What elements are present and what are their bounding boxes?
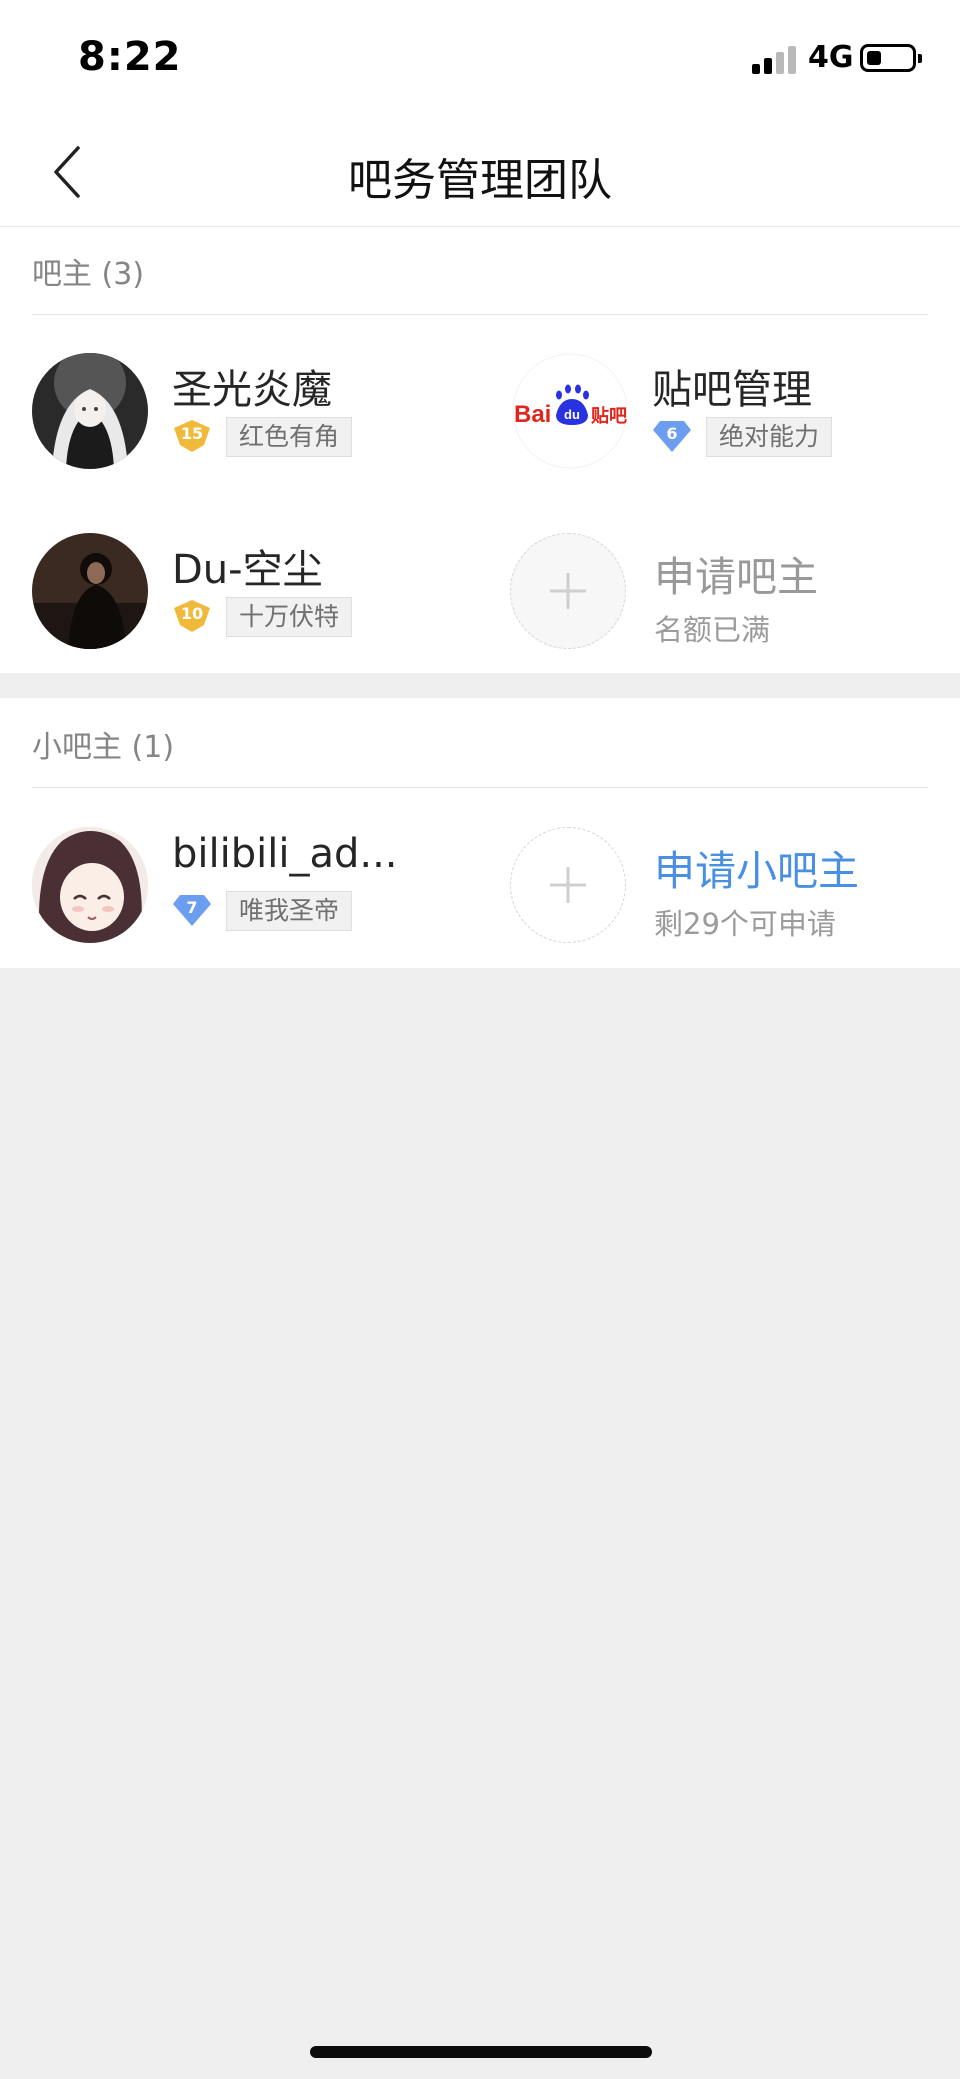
apply-assistant-label: 申请小吧主 xyxy=(654,847,859,895)
apply-owner-status: 名额已满 xyxy=(654,613,771,647)
apply-owner-circle xyxy=(510,533,626,649)
divider xyxy=(32,314,928,315)
svg-text:贴吧: 贴吧 xyxy=(591,405,627,427)
owner-member-card[interactable]: 圣光炎魔 15 红色有角 xyxy=(32,353,482,473)
blue-diamond-icon: 7 xyxy=(172,893,212,927)
gold-shield-icon: 15 xyxy=(172,419,212,453)
member-name: bilibili_ad... xyxy=(172,831,398,877)
title-tag: 唯我圣帝 xyxy=(226,891,353,931)
apply-owner-label: 申请吧主 xyxy=(654,553,818,601)
blue-diamond-icon: 6 xyxy=(652,419,692,453)
member-name: 圣光炎魔 xyxy=(172,367,332,413)
plus-icon xyxy=(550,867,586,903)
assistant-member-card[interactable]: bilibili_ad... 7 唯我圣帝 xyxy=(32,827,482,947)
member-name: 贴吧管理 xyxy=(652,367,812,413)
owner-member-card[interactable]: Bai du 贴吧 贴吧管理 6 绝对能力 xyxy=(512,353,960,473)
owner-member-card[interactable]: Du-空尘 10 十万伏特 xyxy=(32,533,482,653)
status-time: 8:22 xyxy=(78,34,182,80)
signal-strength-icon xyxy=(752,44,798,74)
apply-owner-button[interactable]: 申请吧主 名额已满 xyxy=(510,533,960,653)
gold-shield-icon: 10 xyxy=(172,599,212,633)
status-bar: 8:22 4G xyxy=(0,0,960,110)
level-number: 10 xyxy=(180,604,204,623)
avatar xyxy=(32,353,148,469)
nav-bar: 吧务管理团队 xyxy=(0,110,960,227)
assistants-section-title: 小吧主 (1) xyxy=(32,730,175,765)
title-tag: 十万伏特 xyxy=(226,597,353,637)
assistants-section: 小吧主 (1) bilibili_ad... 7 唯我圣帝 申请小吧主 剩29个… xyxy=(0,698,960,968)
owners-section-title: 吧主 (3) xyxy=(32,257,145,292)
svg-text:du: du xyxy=(564,407,580,422)
title-tag: 红色有角 xyxy=(226,417,353,457)
svg-text:Bai: Bai xyxy=(514,401,551,428)
divider xyxy=(32,787,928,788)
battery-icon xyxy=(860,44,922,72)
network-type: 4G xyxy=(808,40,854,75)
avatar xyxy=(32,827,148,943)
home-indicator[interactable] xyxy=(310,2046,652,2058)
level-number: 15 xyxy=(180,424,204,443)
baidu-tieba-logo: Bai du 贴吧 xyxy=(512,353,628,469)
page-title: 吧务管理团队 xyxy=(348,155,612,206)
avatar xyxy=(32,533,148,649)
level-number: 7 xyxy=(186,898,198,917)
apply-assistant-status: 剩29个可申请 xyxy=(654,907,836,941)
title-tag: 绝对能力 xyxy=(706,417,833,457)
owners-section: 吧主 (3) 圣光炎魔 15 红色有角 Bai du 贴吧 贴吧管理 6 绝对能… xyxy=(0,227,960,673)
apply-assistant-button[interactable]: 申请小吧主 剩29个可申请 xyxy=(510,827,960,947)
level-number: 6 xyxy=(666,424,678,443)
member-name: Du-空尘 xyxy=(172,547,323,593)
plus-icon xyxy=(550,573,586,609)
apply-assistant-circle xyxy=(510,827,626,943)
